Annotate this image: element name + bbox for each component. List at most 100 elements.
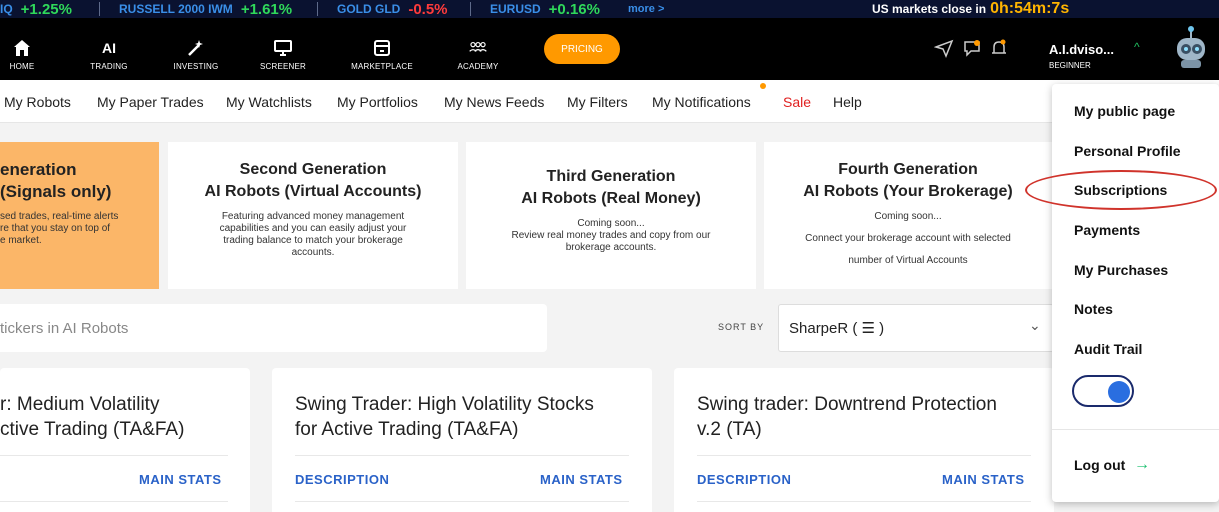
store-icon xyxy=(374,40,390,56)
ticker-name: EURUSD xyxy=(490,2,541,16)
subnav-my-notifications[interactable]: My Notifications xyxy=(652,94,751,110)
generation-subtitle: (Signals only) xyxy=(0,182,112,201)
nav-label: TRADING xyxy=(90,62,128,71)
menu-item-log-out[interactable]: Log out xyxy=(1074,457,1125,473)
highlight-ellipse xyxy=(1025,170,1217,210)
moon-icon xyxy=(1083,384,1091,400)
pricing-button[interactable]: PRICING xyxy=(544,34,620,64)
search-placeholder: tickers in AI Robots xyxy=(0,320,129,337)
generation-desc: Coming soon... Connect your brokerage acc… xyxy=(805,211,1011,266)
robot-title-line2: ctive Trading (TA&FA) xyxy=(0,419,185,440)
nav-label: INVESTING xyxy=(173,62,219,71)
secondary-nav: My Robots My Paper Trades My Watchlists … xyxy=(0,80,1219,123)
robot-title-line2: v.2 (TA) xyxy=(697,419,762,440)
menu-divider xyxy=(1052,429,1219,430)
robot-search-input[interactable]: tickers in AI Robots xyxy=(0,304,547,352)
menu-item-my-public-page[interactable]: My public page xyxy=(1074,103,1175,119)
nav-marketplace[interactable]: MARKETPLACE xyxy=(342,38,422,71)
user-menu-trigger[interactable]: A.I.dviso... BEGINNER xyxy=(1049,42,1114,70)
nav-label: ACADEMY xyxy=(457,62,499,71)
card-divider xyxy=(295,501,629,502)
subnav-help[interactable]: Help xyxy=(833,94,862,110)
send-icon[interactable] xyxy=(934,38,954,58)
user-dropdown-menu: My public page Personal Profile Subscrip… xyxy=(1052,84,1219,502)
subnav-my-watchlists[interactable]: My Watchlists xyxy=(226,94,312,110)
ticker-item[interactable]: RUSSELL 2000 IWM +1.61% xyxy=(119,0,292,18)
sort-by-label: SORT BY xyxy=(718,322,765,332)
chat-icon[interactable] xyxy=(962,38,982,58)
theme-toggle[interactable] xyxy=(1072,375,1134,407)
menu-item-payments[interactable]: Payments xyxy=(1074,222,1140,238)
chevron-down-icon: ⌄ xyxy=(1029,317,1041,333)
market-close-label: US markets close in xyxy=(872,2,987,16)
generation-card-second[interactable]: Second Generation AI Robots (Virtual Acc… xyxy=(168,142,458,289)
market-close-countdown: US markets close in 0h:54m:7s xyxy=(872,0,1069,18)
home-icon xyxy=(14,40,30,56)
ticker-divider xyxy=(99,2,100,16)
description-tab[interactable]: DESCRIPTION xyxy=(697,472,791,487)
menu-item-my-purchases[interactable]: My Purchases xyxy=(1074,262,1168,278)
generation-desc: sed trades, real-time alerts re that you … xyxy=(0,211,119,246)
generation-desc: Coming soon... Review real money trades a… xyxy=(511,218,711,253)
subnav-my-filters[interactable]: My Filters xyxy=(567,94,628,110)
card-divider xyxy=(697,455,1031,456)
generation-subtitle: AI Robots (Your Brokerage) xyxy=(803,183,1013,200)
subnav-my-portfolios[interactable]: My Portfolios xyxy=(337,94,418,110)
nav-trading[interactable]: AI TRADING xyxy=(69,38,149,71)
main-stats-tab[interactable]: MAIN STATS xyxy=(942,472,1025,487)
ticker-bar: IQ +1.25% RUSSELL 2000 IWM +1.61% GOLD GLD… xyxy=(0,0,1219,18)
ai-text-icon: AI xyxy=(102,40,116,56)
nav-academy[interactable]: ACADEMY xyxy=(438,38,518,71)
ticker-divider xyxy=(470,2,471,16)
generation-card-first[interactable]: eneration (Signals only) sed trades, rea… xyxy=(0,142,159,289)
nav-label: HOME xyxy=(9,62,35,71)
robot-card[interactable]: r: Medium Volatility ctive Trading (TA&F… xyxy=(0,368,250,512)
main-nav: HOME AI TRADING INVESTING SCREENER MARKE… xyxy=(0,18,1219,80)
nav-label: MARKETPLACE xyxy=(351,62,413,71)
nav-label: SCREENER xyxy=(259,62,307,71)
generation-card-fourth[interactable]: Fourth Generation AI Robots (Your Broker… xyxy=(764,142,1052,289)
ticker-name: RUSSELL 2000 IWM xyxy=(119,2,233,16)
card-divider xyxy=(295,455,629,456)
robot-card[interactable]: Swing trader: Downtrend Protection v.2 (… xyxy=(674,368,1054,512)
generation-subtitle: AI Robots (Real Money) xyxy=(521,190,701,207)
generation-title: Second Generation xyxy=(239,161,387,178)
toggle-knob xyxy=(1108,381,1130,403)
monitor-icon xyxy=(274,40,292,56)
ticker-item[interactable]: EURUSD +0.16% xyxy=(490,0,600,18)
generation-desc: Featuring advanced money management capab… xyxy=(219,211,407,258)
main-stats-tab[interactable]: MAIN STATS xyxy=(540,472,623,487)
chevron-up-icon[interactable]: ^ xyxy=(1134,40,1140,54)
subnav-sale[interactable]: Sale xyxy=(783,94,811,110)
ticker-change: +1.61% xyxy=(240,0,293,18)
generation-subtitle: AI Robots (Virtual Accounts) xyxy=(204,183,422,200)
robot-card[interactable]: Swing Trader: High Volatility Stocks for… xyxy=(272,368,652,512)
menu-item-notes[interactable]: Notes xyxy=(1074,301,1113,317)
robot-title: Swing Trader: High Volatility Stocks xyxy=(295,394,594,415)
nav-screener[interactable]: SCREENER xyxy=(243,38,323,71)
ticker-change: +1.25% xyxy=(20,0,72,18)
subnav-my-news-feeds[interactable]: My News Feeds xyxy=(444,94,544,110)
menu-item-personal-profile[interactable]: Personal Profile xyxy=(1074,143,1181,159)
card-divider xyxy=(697,501,1031,502)
description-tab[interactable]: DESCRIPTION xyxy=(295,472,389,487)
nav-home[interactable]: HOME xyxy=(0,38,62,71)
generation-card-third[interactable]: Third Generation AI Robots (Real Money) … xyxy=(466,142,756,289)
ticker-more-link[interactable]: more > xyxy=(628,0,664,18)
ticker-divider xyxy=(317,2,318,16)
card-divider xyxy=(0,501,228,502)
sort-value: SharpeR ( ☰ ) xyxy=(789,320,885,337)
ticker-item[interactable]: GOLD GLD -0.5% xyxy=(337,0,448,18)
nav-investing[interactable]: INVESTING xyxy=(156,38,236,71)
robot-title: r: Medium Volatility xyxy=(0,394,160,415)
subnav-my-paper-trades[interactable]: My Paper Trades xyxy=(97,94,204,110)
menu-item-audit-trail[interactable]: Audit Trail xyxy=(1074,341,1142,357)
ticker-item[interactable]: IQ +1.25% xyxy=(0,0,72,18)
main-stats-tab[interactable]: MAIN STATS xyxy=(139,472,222,487)
robot-avatar-icon[interactable] xyxy=(1163,24,1215,74)
sort-select[interactable]: SharpeR ( ☰ ) ⌄ xyxy=(778,304,1054,352)
subnav-my-robots[interactable]: My Robots xyxy=(4,94,71,110)
bell-icon[interactable] xyxy=(989,38,1009,58)
people-icon xyxy=(469,42,487,52)
wand-icon xyxy=(188,40,203,56)
